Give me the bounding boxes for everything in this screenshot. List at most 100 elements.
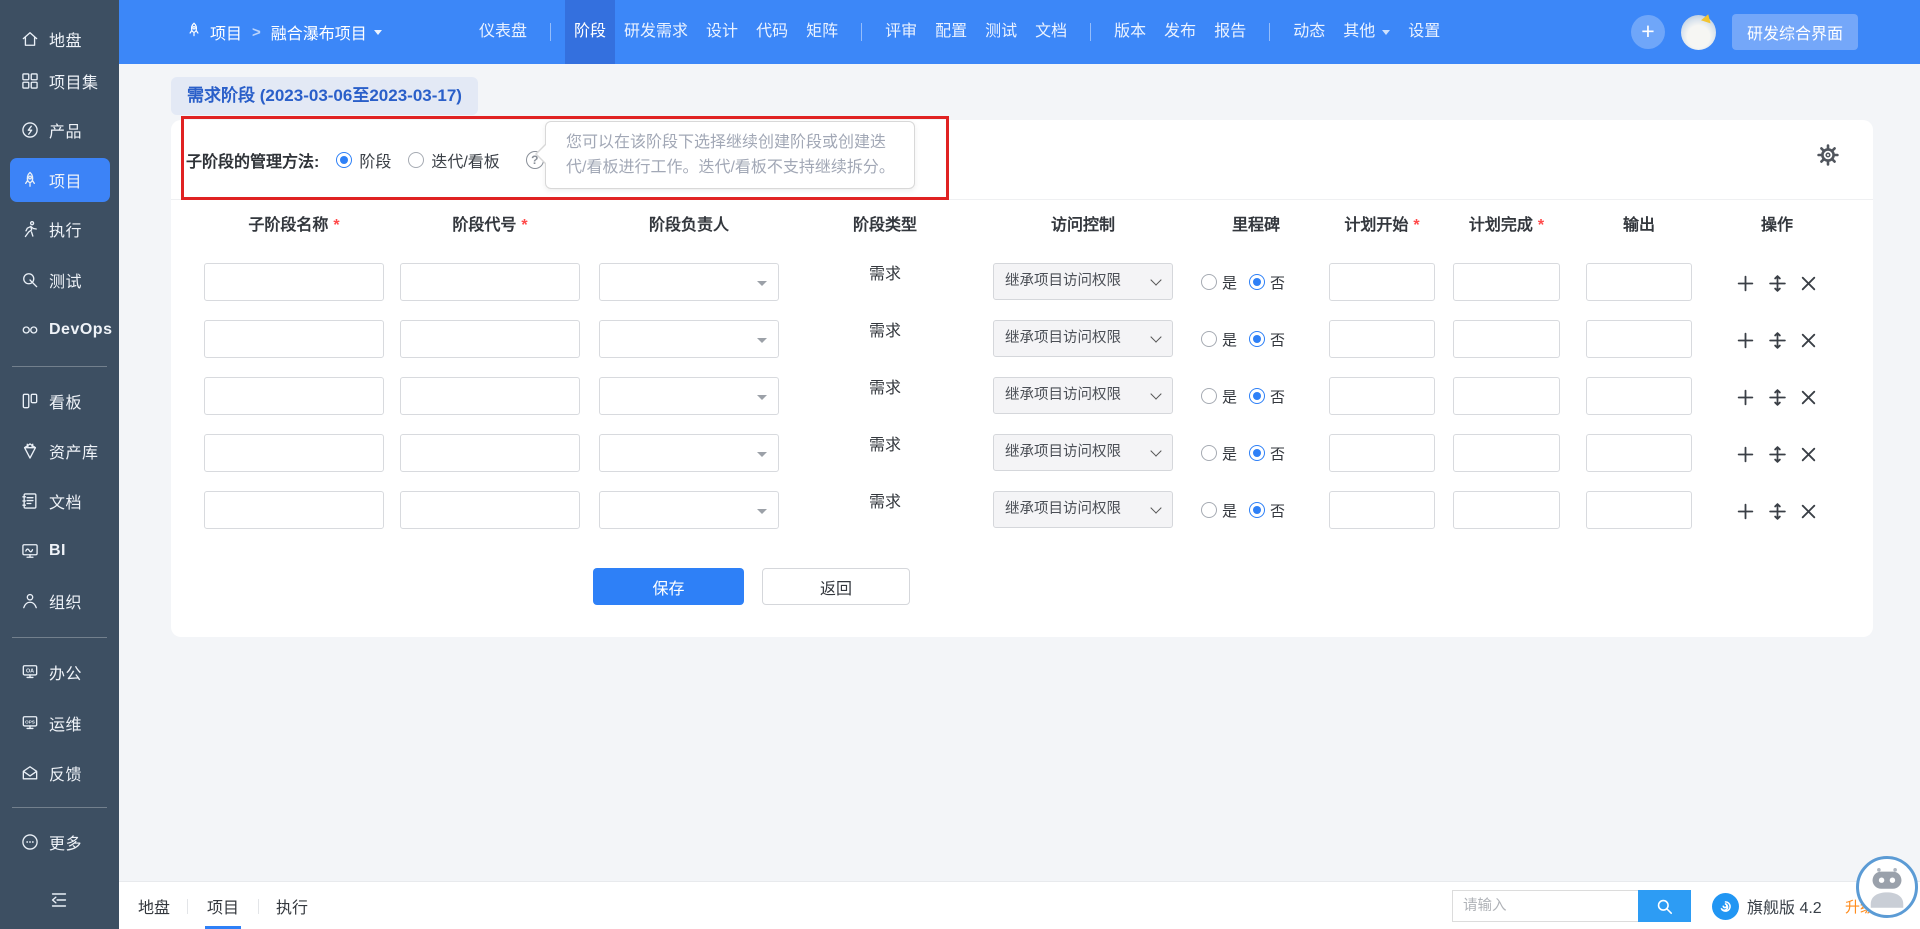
menu-dynamic[interactable]: 动态: [1284, 0, 1334, 64]
sidebar-item-ops[interactable]: OPS 运维: [0, 703, 119, 743]
breadcrumb-app[interactable]: 项目: [210, 20, 242, 44]
gear-icon[interactable]: [1816, 143, 1840, 167]
output-input[interactable]: [1586, 491, 1692, 529]
plan-end-input[interactable]: [1453, 377, 1560, 415]
milestone-no-radio[interactable]: [1249, 445, 1265, 461]
substage-name-input[interactable]: [204, 434, 384, 472]
menu-code[interactable]: 代码: [747, 0, 797, 64]
assistant-robot-button[interactable]: [1856, 856, 1918, 918]
plan-end-input[interactable]: [1453, 320, 1560, 358]
substage-name-input[interactable]: [204, 491, 384, 529]
delete-row-icon[interactable]: [1799, 274, 1818, 293]
stage-owner-select[interactable]: [599, 434, 779, 472]
sidebar-item-qa[interactable]: 测试: [0, 260, 119, 300]
access-control-select[interactable]: 继承项目访问权限: [993, 377, 1173, 414]
menu-stage[interactable]: 阶段: [565, 0, 615, 64]
add-row-icon[interactable]: [1736, 274, 1755, 293]
plan-start-input[interactable]: [1329, 434, 1435, 472]
menu-build[interactable]: 版本: [1105, 0, 1155, 64]
menu-settings[interactable]: 设置: [1399, 0, 1449, 64]
stage-owner-select[interactable]: [599, 320, 779, 358]
menu-release[interactable]: 发布: [1155, 0, 1205, 64]
breadcrumb-project-switcher[interactable]: 融合瀑布项目: [271, 20, 367, 44]
stage-code-input[interactable]: [400, 320, 580, 358]
sidebar-item-assets[interactable]: 资产库: [0, 431, 119, 471]
split-stage-icon[interactable]: [1768, 502, 1787, 521]
delete-row-icon[interactable]: [1799, 445, 1818, 464]
split-stage-icon[interactable]: [1768, 274, 1787, 293]
plan-start-input[interactable]: [1329, 491, 1435, 529]
collapse-sidebar-button[interactable]: [40, 884, 78, 916]
stage-code-input[interactable]: [400, 491, 580, 529]
sidebar-item-bi[interactable]: BI: [0, 531, 119, 571]
output-input[interactable]: [1586, 434, 1692, 472]
substage-name-input[interactable]: [204, 377, 384, 415]
sidebar-item-project[interactable]: 项目: [10, 158, 110, 202]
split-stage-icon[interactable]: [1768, 445, 1787, 464]
sidebar-item-devops[interactable]: DevOps: [0, 310, 119, 350]
sidebar-item-program[interactable]: 项目集: [0, 61, 119, 101]
stage-owner-select[interactable]: [599, 263, 779, 301]
milestone-yes-radio[interactable]: [1201, 274, 1217, 290]
milestone-no-radio[interactable]: [1249, 274, 1265, 290]
split-stage-icon[interactable]: [1768, 388, 1787, 407]
sidebar-item-more[interactable]: 更多: [0, 822, 119, 862]
quick-create-button[interactable]: +: [1631, 15, 1665, 49]
plan-end-input[interactable]: [1453, 491, 1560, 529]
plan-start-input[interactable]: [1329, 263, 1435, 301]
dev-view-button[interactable]: 研发综合界面: [1732, 14, 1858, 50]
milestone-no-radio[interactable]: [1249, 388, 1265, 404]
menu-config[interactable]: 配置: [926, 0, 976, 64]
plan-start-input[interactable]: [1329, 377, 1435, 415]
plan-start-input[interactable]: [1329, 320, 1435, 358]
sidebar-item-feedback[interactable]: 反馈: [0, 753, 119, 793]
radio-option-iteration[interactable]: 迭代/看板: [408, 148, 499, 172]
milestone-yes-radio[interactable]: [1201, 502, 1217, 518]
menu-test[interactable]: 测试: [976, 0, 1026, 64]
sidebar-item-org[interactable]: 组织: [0, 581, 119, 621]
sidebar-item-office[interactable]: OA 办公: [0, 652, 119, 692]
search-input[interactable]: [1452, 890, 1638, 922]
back-button[interactable]: 返回: [762, 568, 910, 605]
substage-name-input[interactable]: [204, 320, 384, 358]
stage-code-input[interactable]: [400, 377, 580, 415]
output-input[interactable]: [1586, 320, 1692, 358]
output-input[interactable]: [1586, 263, 1692, 301]
bottom-tab-execution[interactable]: 执行: [259, 882, 325, 929]
menu-doc[interactable]: 文档: [1026, 0, 1076, 64]
sidebar-item-doc[interactable]: 文档: [0, 481, 119, 521]
radio-selected-icon[interactable]: [336, 152, 352, 168]
sidebar-item-execution[interactable]: 执行: [0, 209, 119, 249]
search-button[interactable]: [1638, 890, 1691, 922]
plan-end-input[interactable]: [1453, 434, 1560, 472]
access-control-select[interactable]: 继承项目访问权限: [993, 263, 1173, 300]
access-control-select[interactable]: 继承项目访问权限: [993, 320, 1173, 357]
output-input[interactable]: [1586, 377, 1692, 415]
substage-name-input[interactable]: [204, 263, 384, 301]
sidebar-item-kanban[interactable]: 看板: [0, 381, 119, 421]
milestone-yes-radio[interactable]: [1201, 331, 1217, 347]
milestone-yes-radio[interactable]: [1201, 388, 1217, 404]
milestone-yes-radio[interactable]: [1201, 445, 1217, 461]
bottom-tab-project[interactable]: 项目: [188, 882, 258, 929]
menu-report[interactable]: 报告: [1205, 0, 1255, 64]
stage-code-input[interactable]: [400, 263, 580, 301]
avatar[interactable]: [1681, 15, 1716, 50]
menu-story[interactable]: 研发需求: [615, 0, 697, 64]
delete-row-icon[interactable]: [1799, 502, 1818, 521]
add-row-icon[interactable]: [1736, 502, 1755, 521]
menu-matrix[interactable]: 矩阵: [797, 0, 847, 64]
stage-code-input[interactable]: [400, 434, 580, 472]
menu-design[interactable]: 设计: [697, 0, 747, 64]
menu-review[interactable]: 评审: [876, 0, 926, 64]
add-row-icon[interactable]: [1736, 331, 1755, 350]
milestone-no-radio[interactable]: [1249, 331, 1265, 347]
stage-owner-select[interactable]: [599, 491, 779, 529]
split-stage-icon[interactable]: [1768, 331, 1787, 350]
radio-option-stage[interactable]: 阶段: [336, 148, 391, 172]
milestone-no-radio[interactable]: [1249, 502, 1265, 518]
sidebar-item-home[interactable]: 地盘: [0, 19, 119, 59]
radio-unselected-icon[interactable]: [408, 152, 424, 168]
menu-other[interactable]: 其他: [1334, 0, 1399, 64]
menu-dashboard[interactable]: 仪表盘: [470, 0, 536, 64]
